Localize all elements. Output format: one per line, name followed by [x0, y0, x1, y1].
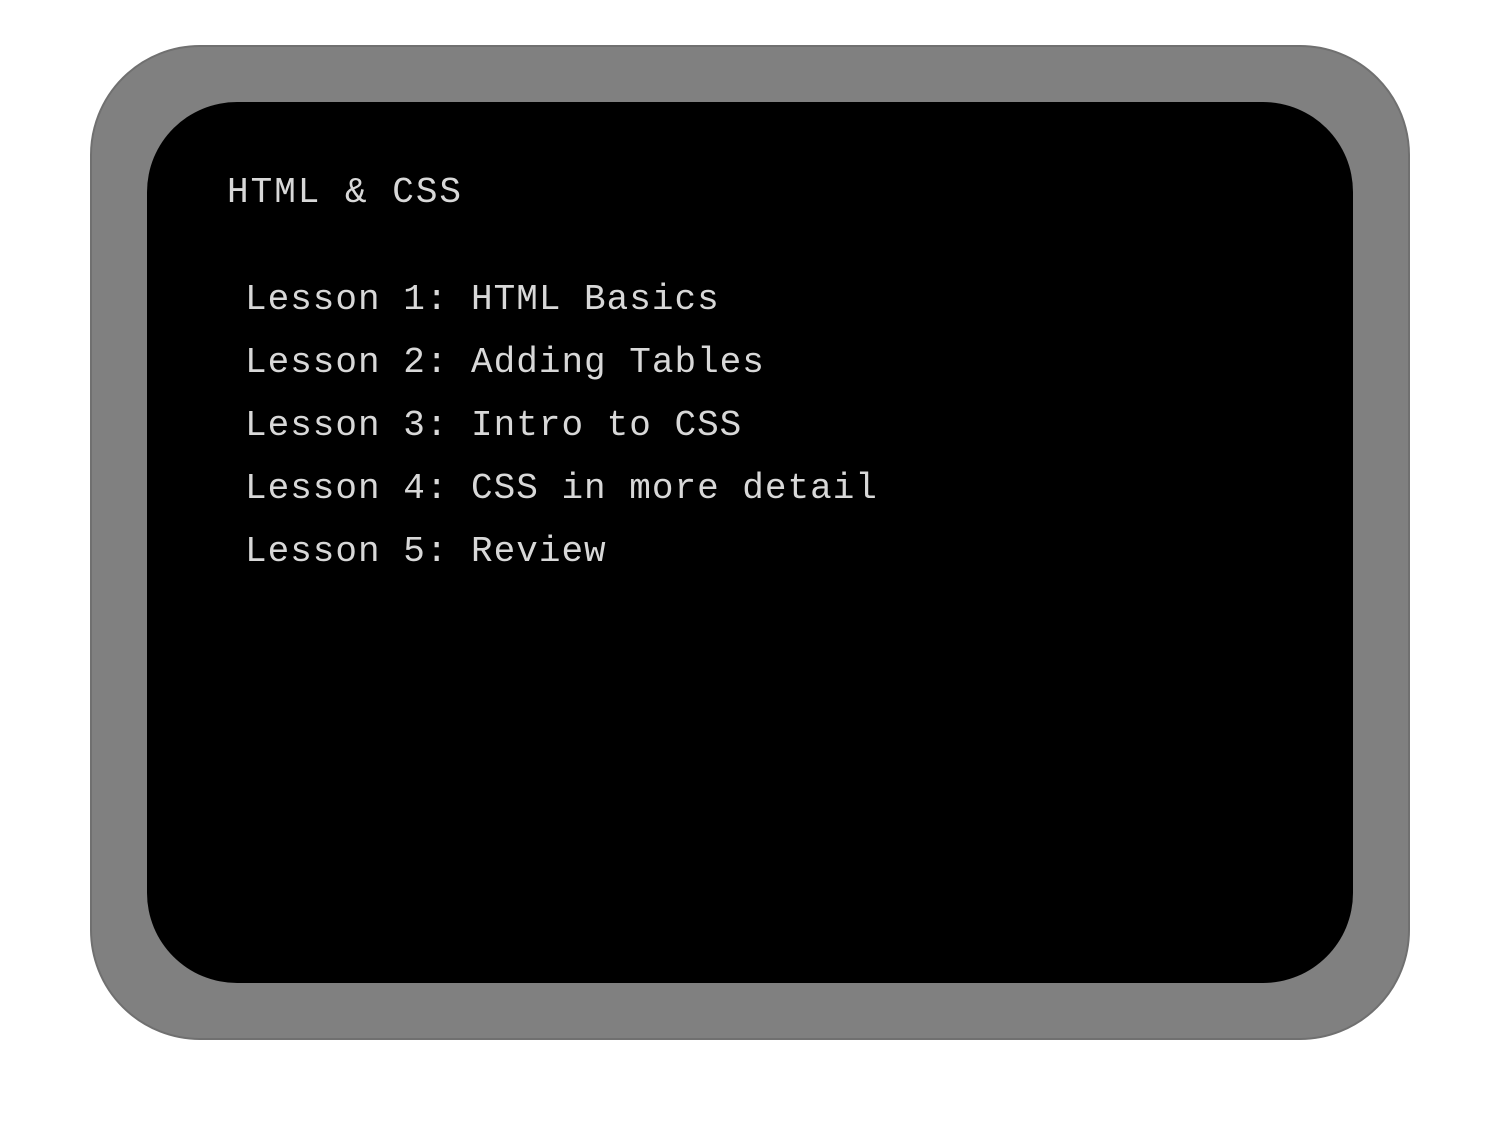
- lesson-item: Lesson 1: HTML Basics: [245, 268, 1293, 331]
- lesson-item: Lesson 3: Intro to CSS: [245, 394, 1293, 457]
- monitor-frame: HTML & CSS Lesson 1: HTML Basics Lesson …: [90, 45, 1410, 1040]
- lesson-item: Lesson 5: Review: [245, 520, 1293, 583]
- lesson-list: Lesson 1: HTML Basics Lesson 2: Adding T…: [227, 268, 1293, 583]
- lesson-item: Lesson 2: Adding Tables: [245, 331, 1293, 394]
- lesson-item: Lesson 4: CSS in more detail: [245, 457, 1293, 520]
- monitor-screen: HTML & CSS Lesson 1: HTML Basics Lesson …: [147, 102, 1353, 983]
- screen-title: HTML & CSS: [227, 172, 1293, 213]
